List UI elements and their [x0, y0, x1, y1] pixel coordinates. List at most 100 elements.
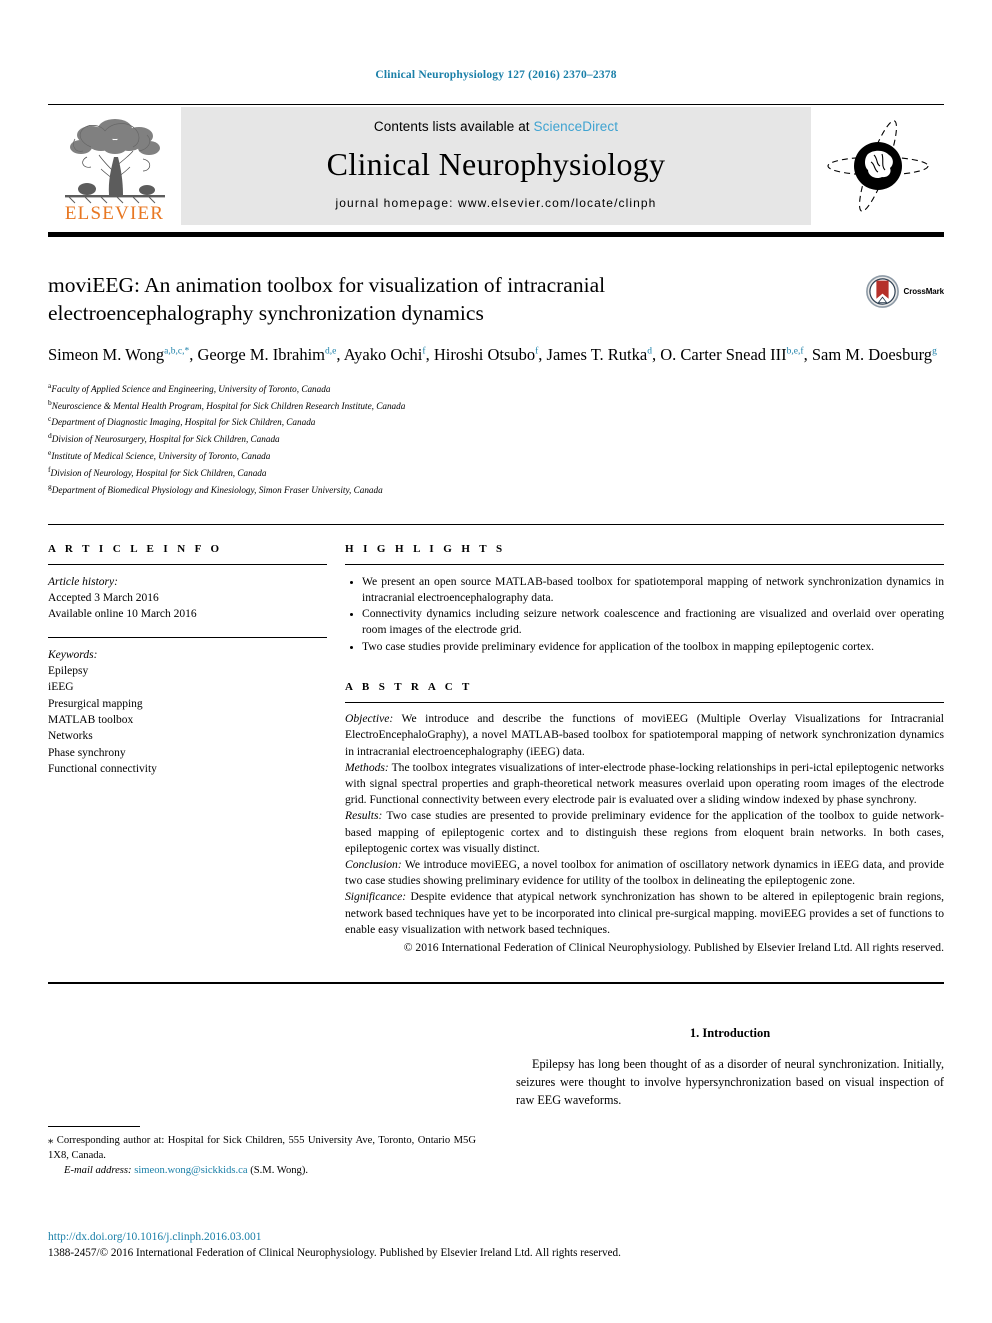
- keywords-label: Keywords:: [48, 648, 98, 661]
- author-affiliation-mark: f: [422, 346, 426, 357]
- info-abstract-columns: A R T I C L E I N F O Article history: A…: [48, 543, 944, 957]
- highlights-abstract-column: H I G H L I G H T S We present an open s…: [327, 543, 944, 957]
- article-info-heading: A R T I C L E I N F O: [48, 542, 223, 555]
- article-history: Article history: Accepted 3 March 2016 Av…: [48, 574, 327, 623]
- email-note: E-mail address: simeon.wong@sickkids.ca …: [48, 1163, 476, 1178]
- masthead-top-rule: [48, 103, 944, 105]
- affiliation-text: Neuroscience & Mental Health Program, Ho…: [51, 400, 406, 411]
- abstract-heading: A B S T R A C T: [345, 681, 473, 694]
- affiliation-text: Department of Diagnostic Imaging, Hospit…: [51, 417, 316, 428]
- author-affiliation-mark: d,e: [325, 346, 337, 357]
- elsevier-wordmark: ELSEVIER: [64, 202, 165, 224]
- abstract-body: Objective: We introduce and describe the…: [345, 711, 944, 938]
- page-footer: http://dx.doi.org/10.1016/j.clinph.2016.…: [48, 1230, 944, 1261]
- author-name: George M. Ibrahim: [197, 345, 326, 365]
- author-list: Simeon M. Wonga,b,c,*, George M. Ibrahim…: [48, 345, 937, 365]
- introduction-column: 1. Introduction Epilepsy has long been t…: [496, 998, 944, 1178]
- author-name: Hiroshi Otsubo: [433, 345, 536, 365]
- title-block: moviEEG: An animation toolbox for visual…: [48, 271, 944, 328]
- affiliation-text: Institute of Medical Science, University…: [51, 451, 271, 462]
- article-info-column: A R T I C L E I N F O Article history: A…: [48, 543, 327, 957]
- affiliation-item: fDivision of Neurology, Hospital for Sic…: [48, 464, 944, 481]
- article-history-lines: Accepted 3 March 2016 Available online 10…: [48, 590, 327, 623]
- footnote-rule: [48, 1126, 140, 1128]
- author-name: James T. Rutka: [546, 345, 648, 365]
- footnote-block: ⁎ Corresponding author at: Hospital for …: [48, 1126, 476, 1178]
- abstract-section: Objective: We introduce and describe the…: [345, 711, 944, 760]
- article-info-rule: [48, 563, 327, 565]
- abstract-section-text: We introduce and describe the functions …: [345, 712, 944, 758]
- abstract-bottom-rule: [48, 982, 944, 985]
- email-label: E-mail address:: [64, 1165, 132, 1177]
- article-history-line: Available online 10 March 2016: [48, 608, 197, 621]
- author-name: O. Carter Snead III: [660, 345, 787, 365]
- keyword-item: Epilepsy: [48, 665, 89, 677]
- keyword-item: iEEG: [48, 681, 74, 694]
- masthead-center: Contents lists available at ScienceDirec…: [181, 106, 811, 225]
- affiliation-text: Department of Biomedical Physiology and …: [51, 484, 383, 495]
- keyword-item: MATLAB toolbox: [48, 713, 134, 726]
- abstract-section-text: The toolbox integrates visualizations of…: [345, 760, 944, 807]
- journal-title: Clinical Neurophysiology: [326, 146, 666, 182]
- keyword-item: Functional connectivity: [48, 762, 157, 775]
- publisher-logo: ELSEVIER: [48, 107, 181, 225]
- corresponding-author-note: ⁎ Corresponding author at: Hospital for …: [48, 1133, 476, 1163]
- affiliation-item: dDivision of Neurosurgery, Hospital for …: [48, 430, 944, 447]
- introduction-paragraph: Epilepsy has long been thought of as a d…: [516, 1057, 944, 1107]
- info-top-rule: [48, 523, 944, 525]
- abstract-section: Results: Two case studies are presented …: [345, 808, 944, 857]
- highlight-item: Two case studies provide preliminary evi…: [362, 639, 944, 655]
- abstract-section-label: Results:: [345, 809, 383, 823]
- author-name: Ayako Ochi: [343, 345, 423, 365]
- author-affiliation-mark: d: [647, 346, 652, 357]
- article-history-label: Article history:: [48, 575, 118, 588]
- abstract-section: Methods: The toolbox integrates visualiz…: [345, 760, 944, 809]
- journal-homepage[interactable]: journal homepage: www.elsevier.com/locat…: [336, 196, 657, 210]
- abstract-section-label: Objective:: [345, 712, 394, 726]
- contents-available-line: Contents lists available at ScienceDirec…: [374, 119, 618, 134]
- journal-logo: [811, 107, 944, 225]
- author-affiliation-mark: g: [932, 346, 937, 357]
- author-affiliation-mark: f: [535, 346, 539, 357]
- affiliation-item: gDepartment of Biomedical Physiology and…: [48, 481, 944, 498]
- highlights-list: We present an open source MATLAB-based t…: [345, 574, 944, 655]
- doi-link[interactable]: http://dx.doi.org/10.1016/j.clinph.2016.…: [48, 1230, 944, 1246]
- abstract-section-label: Significance:: [345, 890, 407, 904]
- article-history-line: Accepted 3 March 2016: [48, 592, 159, 605]
- affiliation-text: Division of Neurosurgery, Hospital for S…: [51, 434, 280, 445]
- keyword-item: Phase synchrony: [48, 746, 126, 759]
- running-head: Clinical Neurophysiology 127 (2016) 2370…: [375, 69, 617, 81]
- author-name: Sam M. Doesburg: [811, 345, 933, 365]
- keyword-item: Presurgical mapping: [48, 697, 143, 710]
- journal-brain-orbit-icon: [826, 119, 929, 212]
- abstract-section: Conclusion: We introduce moviEEG, a nove…: [345, 857, 944, 889]
- abstract-section: Significance: Despite evidence that atyp…: [345, 889, 944, 938]
- page-title: moviEEG: An animation toolbox for visual…: [48, 272, 606, 325]
- affiliation-item: bNeuroscience & Mental Health Program, H…: [48, 397, 944, 414]
- affiliation-list: aFaculty of Applied Science and Engineer…: [48, 380, 944, 498]
- journal-masthead: ELSEVIER Contents lists available at Sci…: [48, 106, 944, 225]
- crossmark-badge[interactable]: CrossMark: [865, 274, 944, 308]
- body-columns: ⁎ Corresponding author at: Hospital for …: [48, 998, 944, 1178]
- highlight-item: Connectivity dynamics including seizure …: [362, 606, 944, 638]
- abstract-section-label: Methods:: [345, 760, 389, 774]
- affiliation-item: cDepartment of Diagnostic Imaging, Hospi…: [48, 413, 944, 430]
- elsevier-tree-icon: [64, 118, 165, 203]
- abstract-section-text: We introduce moviEEG, a novel toolbox fo…: [345, 858, 944, 888]
- author-affiliation-mark: b,e,f: [786, 346, 804, 357]
- abstract-rule: [345, 702, 944, 704]
- abstract-section-text: Despite evidence that atypical network s…: [345, 890, 944, 936]
- keywords-items: Epilepsy iEEG Presurgical mapping MATLAB to…: [48, 663, 327, 777]
- email-link[interactable]: simeon.wong@sickkids.ca: [134, 1165, 247, 1176]
- journal-article-page: Clinical Neurophysiology 127 (2016) 2370…: [0, 0, 992, 1323]
- affiliation-item: aFaculty of Applied Science and Engineer…: [48, 380, 944, 397]
- highlights-heading: H I G H L I G H T S: [345, 542, 506, 555]
- sciencedirect-link[interactable]: ScienceDirect: [534, 119, 619, 134]
- author-name: Simeon M. Wong: [48, 345, 165, 365]
- email-suffix: (S.M. Wong).: [247, 1165, 309, 1177]
- corresponding-author-text: Corresponding author at: Hospital for Si…: [48, 1135, 476, 1162]
- author-affiliation-mark: a,b,c,*: [164, 346, 190, 357]
- footnote-column: ⁎ Corresponding author at: Hospital for …: [48, 998, 496, 1178]
- abstract-copyright: © 2016 International Federation of Clini…: [403, 941, 944, 955]
- contents-prefix: Contents lists available at: [373, 119, 534, 134]
